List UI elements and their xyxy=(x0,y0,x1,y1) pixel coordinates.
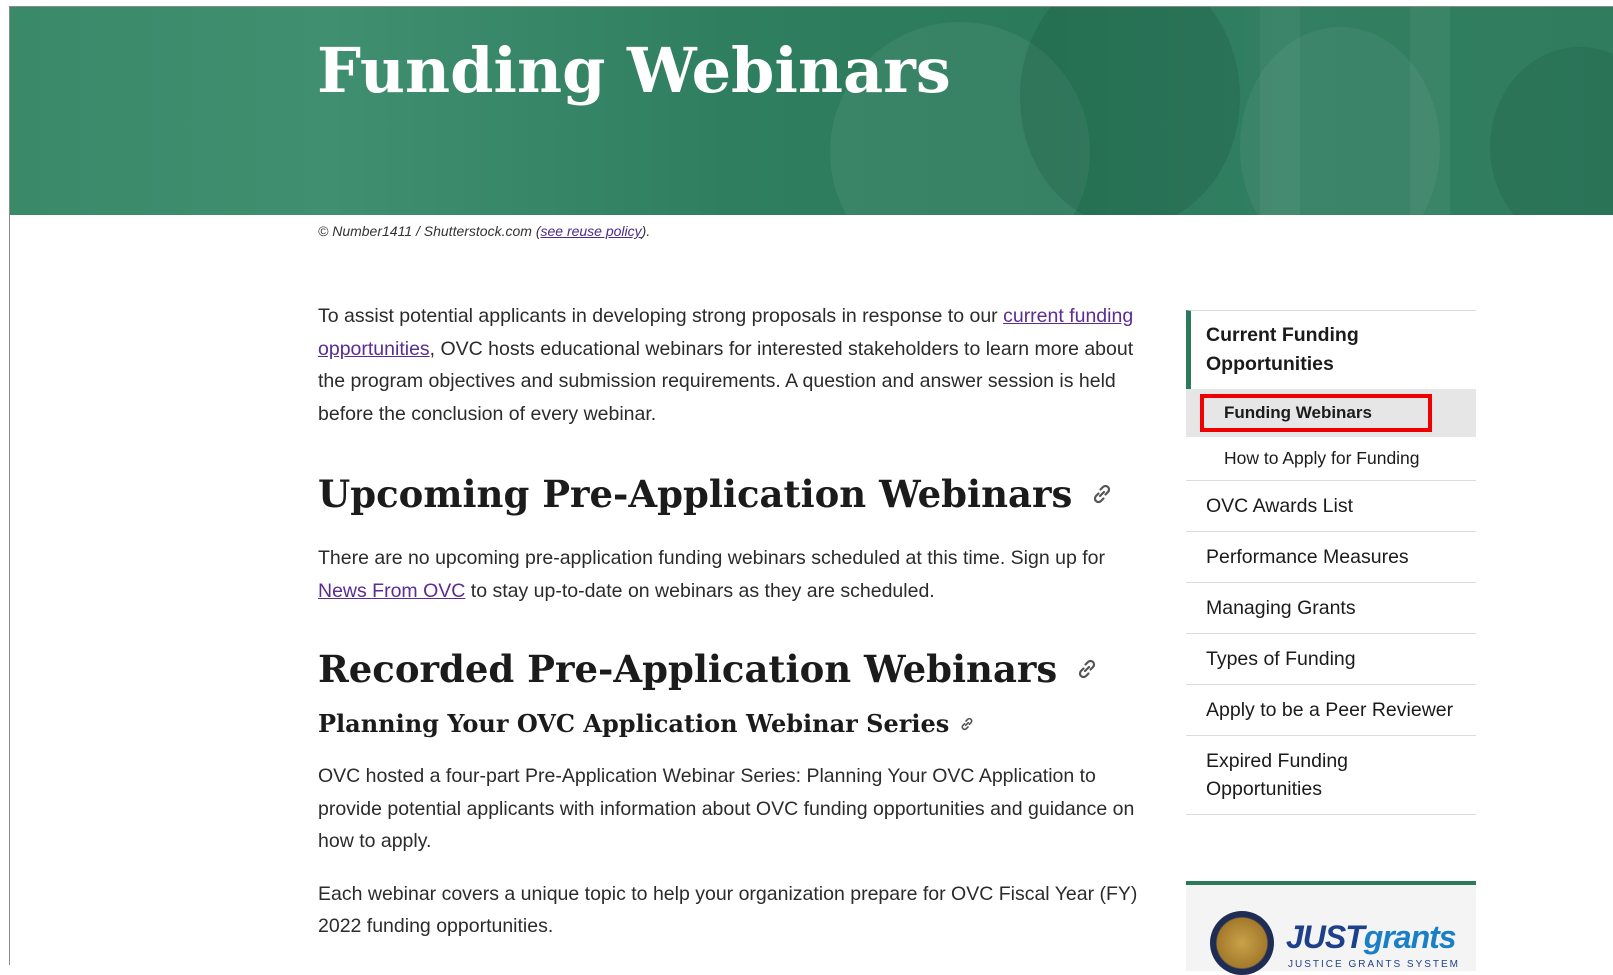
intro-paragraph: To assist potential applicants in develo… xyxy=(318,305,1134,425)
link-icon[interactable] xyxy=(1090,482,1114,506)
recorded-heading: Recorded Pre-Application Webinars xyxy=(318,647,1138,691)
sidebar-item-current-funding[interactable]: Current Funding Opportunities xyxy=(1186,310,1476,389)
image-credit: © Number1411 / Shutterstock.com (see reu… xyxy=(318,223,650,239)
sidebar-item-expired-funding[interactable]: Expired Funding Opportunities xyxy=(1186,736,1476,815)
sidebar-item-funding-webinars-row: Funding Webinars xyxy=(1186,389,1476,437)
link-icon[interactable] xyxy=(959,716,975,732)
sidebar-item-managing-grants[interactable]: Managing Grants xyxy=(1186,583,1476,634)
sidebar-item-peer-reviewer[interactable]: Apply to be a Peer Reviewer xyxy=(1186,685,1476,736)
hero-banner: Funding Webinars xyxy=(10,7,1613,215)
series-paragraph: OVC hosted a four-part Pre-Application W… xyxy=(318,765,1135,852)
sidebar-item-awards-list[interactable]: OVC Awards List xyxy=(1186,481,1476,532)
planning-series-heading: Planning Your OVC Application Webinar Se… xyxy=(318,709,1138,738)
link-icon[interactable] xyxy=(1075,657,1099,681)
doj-seal-icon xyxy=(1210,911,1274,975)
upcoming-heading: Upcoming Pre-Application Webinars xyxy=(318,472,1138,516)
news-from-ovc-link[interactable]: News From OVC xyxy=(318,580,465,602)
justgrants-logo: JUSTgrants xyxy=(1286,919,1457,955)
sidebar-item-how-to-apply[interactable]: How to Apply for Funding xyxy=(1186,437,1476,481)
sidebar-nav: Current Funding Opportunities Funding We… xyxy=(1186,310,1476,815)
page-title: Funding Webinars xyxy=(317,34,951,107)
sidebar-item-types-of-funding[interactable]: Types of Funding xyxy=(1186,634,1476,685)
credit-text: © Number1411 / Shutterstock.com ( xyxy=(318,223,541,239)
main-content: To assist potential applicants in develo… xyxy=(318,300,1138,943)
justgrants-card[interactable]: JUSTgrants JUSTICE GRANTS SYSTEM xyxy=(1186,881,1476,975)
sidebar-item-funding-webinars[interactable]: Funding Webinars xyxy=(1200,394,1432,432)
upcoming-paragraph: There are no upcoming pre-application fu… xyxy=(318,547,1105,602)
fy-paragraph: Each webinar covers a unique topic to he… xyxy=(318,882,1138,938)
reuse-policy-link[interactable]: see reuse policy xyxy=(540,223,641,239)
credit-suffix: ). xyxy=(641,223,651,239)
sidebar-item-performance-measures[interactable]: Performance Measures xyxy=(1186,532,1476,583)
